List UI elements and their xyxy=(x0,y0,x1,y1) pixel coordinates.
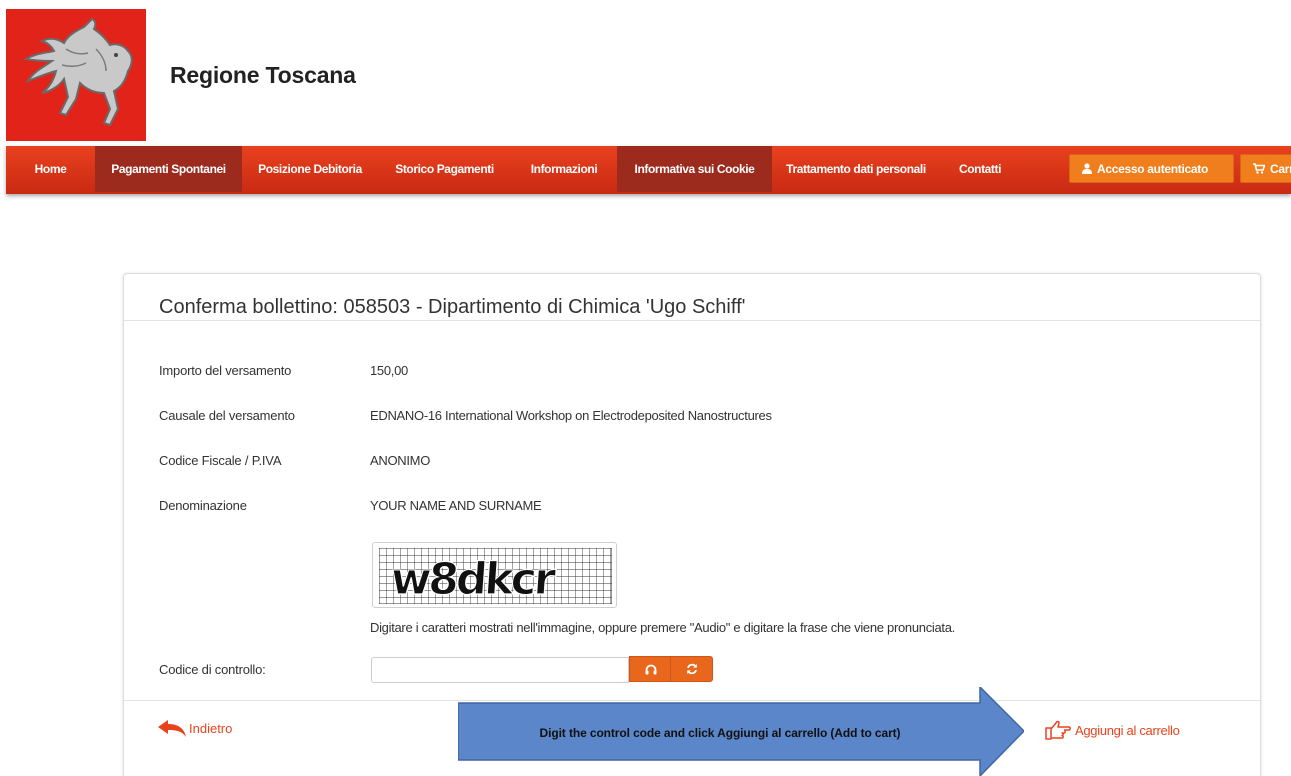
annotation-text: Digit the control code and click Aggiung… xyxy=(539,726,901,740)
regione-toscana-logo[interactable] xyxy=(6,9,146,141)
audio-button[interactable] xyxy=(629,656,672,682)
refresh-icon xyxy=(686,663,697,675)
hand-point-right-icon xyxy=(1045,720,1071,740)
panel-divider xyxy=(124,320,1260,321)
cart-button-label: Carrello xyxy=(1270,162,1291,176)
login-button-label: Accesso autenticato xyxy=(1097,162,1209,176)
cart-button[interactable]: Carrello xyxy=(1240,154,1291,183)
value-codice-fiscale: ANONIMO xyxy=(370,453,431,468)
user-icon xyxy=(1082,163,1092,174)
nav-posizione-debitoria[interactable]: Posizione Debitoria xyxy=(242,146,378,192)
value-importo: 150,00 xyxy=(370,363,408,378)
pegasus-icon xyxy=(23,17,133,127)
nav-storico-pagamenti[interactable]: Storico Pagamenti xyxy=(378,146,511,192)
login-button[interactable]: Accesso autenticato xyxy=(1069,154,1234,183)
value-denominazione: YOUR NAME AND SURNAME xyxy=(370,498,542,513)
captcha-graphic: w8dkcr xyxy=(379,548,612,604)
add-to-cart-label: Aggiungi al carrello xyxy=(1075,722,1180,738)
label-causale: Causale del versamento xyxy=(159,408,295,423)
captcha-text: w8dkcr xyxy=(389,554,558,604)
nav-contatti[interactable]: Contatti xyxy=(940,146,1020,192)
main-navbar: Home Pagamenti Spontanei Posizione Debit… xyxy=(6,146,1291,194)
back-link-label: Indietro xyxy=(189,721,233,736)
value-causale: EDNANO-16 International Workshop on Elec… xyxy=(370,408,772,423)
captcha-hint: Digitare i caratteri mostrati nell'immag… xyxy=(370,620,955,635)
nav-informativa-cookie[interactable]: Informativa sui Cookie xyxy=(617,146,772,192)
refresh-captcha-button[interactable] xyxy=(670,656,713,682)
nav-home[interactable]: Home xyxy=(6,146,95,192)
panel-title: Conferma bollettino: 058503 - Dipartimen… xyxy=(159,296,746,318)
cart-icon xyxy=(1253,163,1266,174)
back-link[interactable]: Indietro xyxy=(158,720,232,737)
nav-pagamenti-spontanei[interactable]: Pagamenti Spontanei xyxy=(95,146,242,192)
reply-arrow-icon xyxy=(158,720,186,737)
headphones-icon xyxy=(645,664,656,674)
control-code-input[interactable] xyxy=(371,657,629,683)
nav-informazioni[interactable]: Informazioni xyxy=(511,146,617,192)
label-codice-fiscale: Codice Fiscale / P.IVA xyxy=(159,453,282,468)
label-codice-controllo: Codice di controllo: xyxy=(159,662,266,677)
label-importo: Importo del versamento xyxy=(159,363,292,378)
brand-title: Regione Toscana xyxy=(170,62,356,88)
captcha-image: w8dkcr xyxy=(372,542,617,608)
label-denominazione: Denominazione xyxy=(159,498,247,513)
nav-trattamento-dati[interactable]: Trattamento dati personali xyxy=(772,146,940,192)
add-to-cart-link[interactable]: Aggiungi al carrello xyxy=(1045,720,1180,740)
